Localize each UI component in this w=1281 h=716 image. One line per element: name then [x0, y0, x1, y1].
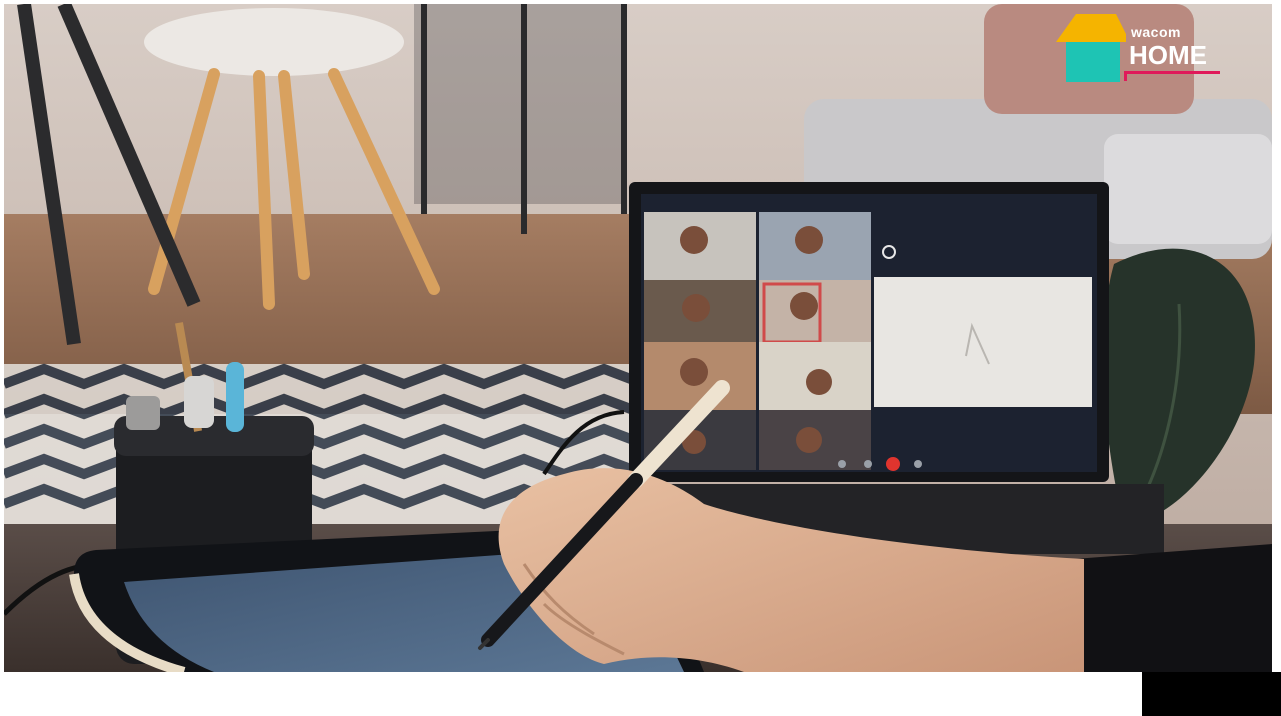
- house-icon: [1066, 42, 1120, 82]
- logo-underline-hook: [1124, 71, 1127, 81]
- logo-home-text: HOME: [1129, 40, 1207, 70]
- background-photo: wacom HOME: [4, 4, 1272, 672]
- hangup-icon: [886, 457, 900, 471]
- corner-black-block: [1142, 672, 1281, 716]
- mic-icon: [838, 460, 846, 468]
- logo-brand-text: wacom: [1131, 24, 1181, 40]
- camera-icon: [864, 460, 872, 468]
- wacom-home-logo: wacom HOME: [1056, 12, 1226, 86]
- roof-icon: [1056, 14, 1126, 42]
- logo-underline: [1124, 71, 1220, 74]
- share-icon: [914, 460, 922, 468]
- bottom-margin: [0, 672, 1281, 716]
